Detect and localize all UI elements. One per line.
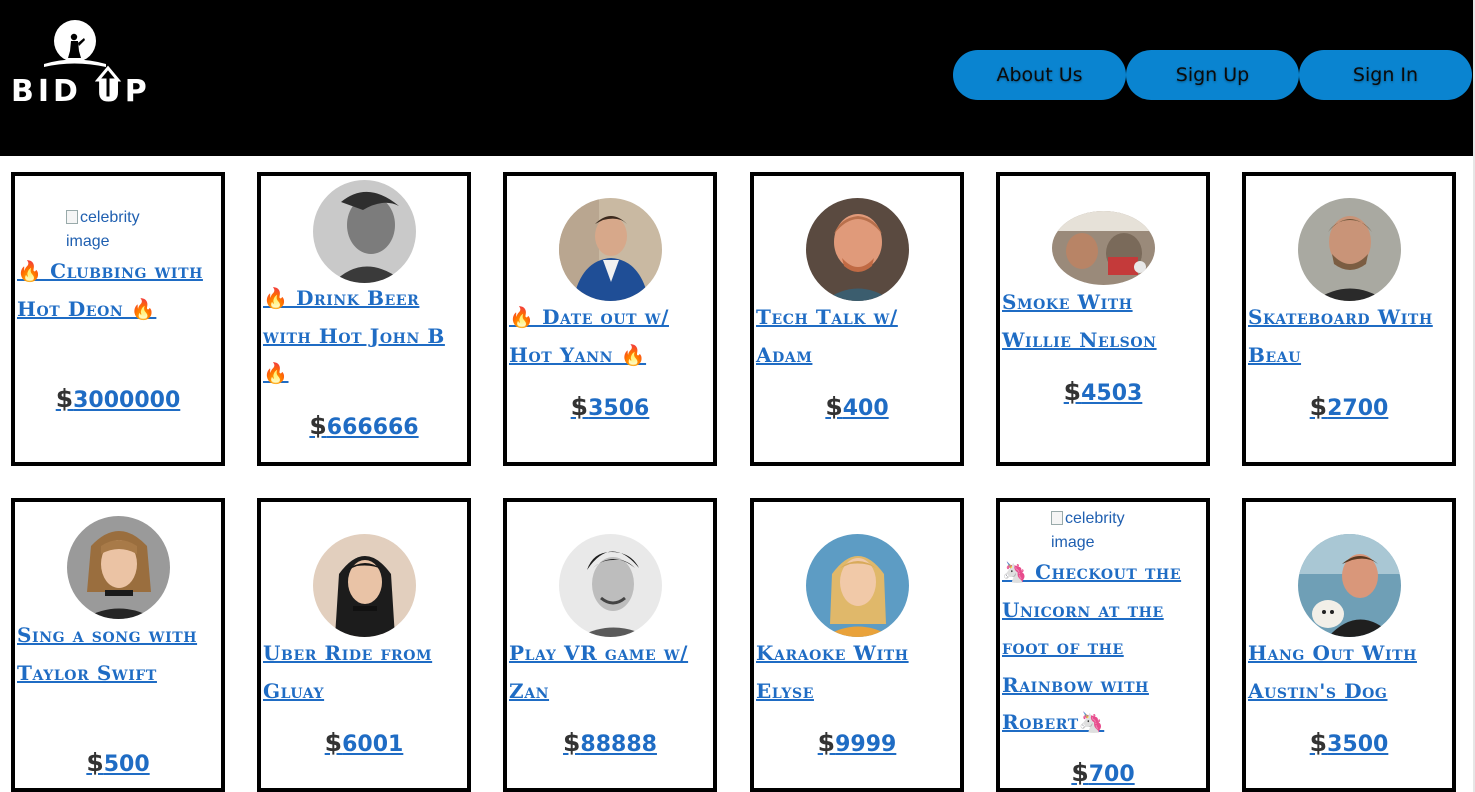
celebrity-photo (806, 534, 909, 637)
dollar-sign: $ (1309, 728, 1328, 757)
celebrity-photo (67, 516, 170, 619)
card-price-link[interactable]: $2700 (1246, 392, 1452, 421)
card-price-link[interactable]: $88888 (507, 728, 713, 757)
auction-card[interactable]: Smoke With Willie Nelson $4503 (996, 172, 1210, 466)
auction-card[interactable]: 🔥 Drink Beer with Hot John B🔥 $666666 (257, 172, 471, 466)
card-price-link[interactable]: $500 (15, 748, 221, 777)
auction-card[interactable]: Karaoke With Elyse $9999 (750, 498, 964, 792)
card-title-link[interactable]: Sing a song with Taylor Swift (17, 617, 221, 692)
site-header: BID UP About Us Sign Up Sign In (0, 0, 1473, 156)
bid-up-logo[interactable]: BID UP (8, 18, 148, 110)
celebrity-photo (1052, 211, 1155, 285)
card-price-link[interactable]: $3506 (507, 392, 713, 421)
card-title-link[interactable]: Tech Talk w/ Adam (756, 299, 960, 374)
celebrity-photo (313, 534, 416, 637)
auction-card[interactable]: celebrity image 🦄 Checkout the Unicorn a… (996, 498, 1210, 792)
card-title-link[interactable]: 🔥 Clubbing with Hot Deon 🔥 (17, 253, 221, 328)
auction-card[interactable]: Uber Ride from Gluay $6001 (257, 498, 471, 792)
card-title-link[interactable]: Smoke With Willie Nelson (1002, 284, 1206, 359)
dollar-sign: $ (86, 748, 104, 777)
logo-text: BID UP (11, 74, 151, 109)
card-price-link[interactable]: $700 (1000, 758, 1206, 787)
celebrity-photo (1298, 198, 1401, 301)
card-price-link[interactable]: $4503 (1000, 377, 1206, 406)
up-arrow-icon (95, 65, 122, 100)
celebrity-photo (559, 534, 662, 637)
broken-image-icon: celebrity image (1051, 510, 1125, 551)
auction-card[interactable]: Tech Talk w/ Adam $400 (750, 172, 964, 466)
celebrity-photo (559, 198, 662, 301)
about-us-button[interactable]: About Us (953, 50, 1126, 100)
celebrity-photo (1298, 534, 1401, 637)
dollar-sign: $ (324, 728, 343, 757)
auction-card[interactable]: Hang Out With Austin's Dog $3500 (1242, 498, 1456, 792)
auction-card[interactable]: celebrity image 🔥 Clubbing with Hot Deon… (11, 172, 225, 466)
card-title-link[interactable]: Skateboard With Beau (1248, 299, 1452, 374)
sign-in-button[interactable]: Sign In (1299, 50, 1472, 100)
dollar-sign: $ (570, 392, 589, 421)
card-price-link[interactable]: $6001 (261, 728, 467, 757)
card-title-link[interactable]: Karaoke With Elyse (756, 635, 960, 710)
broken-image-icon: celebrity image (66, 209, 140, 250)
card-price-link[interactable]: $9999 (754, 728, 960, 757)
dollar-sign: $ (1071, 758, 1089, 787)
auction-card[interactable]: Sing a song with Taylor Swift $500 (11, 498, 225, 792)
card-title-link[interactable]: Play VR game w/ Zan (509, 635, 713, 710)
dollar-sign: $ (563, 728, 581, 757)
auction-card[interactable]: Play VR game w/ Zan $88888 (503, 498, 717, 792)
card-price-link[interactable]: $666666 (261, 411, 467, 440)
dollar-sign: $ (825, 392, 843, 421)
dollar-sign: $ (55, 384, 74, 413)
celebrity-photo (806, 198, 909, 301)
card-price-link[interactable]: $3500 (1246, 728, 1452, 757)
card-title-link[interactable]: 🔥 Drink Beer with Hot John B🔥 (263, 280, 467, 393)
card-title-link[interactable]: Uber Ride from Gluay (263, 635, 467, 710)
card-price-link[interactable]: $400 (754, 392, 960, 421)
sign-up-button[interactable]: Sign Up (1126, 50, 1299, 100)
card-price-link[interactable]: $3000000 (15, 384, 221, 413)
card-title-link[interactable]: 🔥 Date out w/ Hot Yann 🔥 (509, 299, 713, 374)
moon-figure-icon (44, 20, 106, 67)
auction-card[interactable]: 🔥 Date out w/ Hot Yann 🔥 $3506 (503, 172, 717, 466)
celebrity-photo (313, 180, 416, 283)
dollar-sign: $ (817, 728, 836, 757)
card-title-link[interactable]: Hang Out With Austin's Dog (1248, 635, 1452, 710)
dollar-sign: $ (309, 411, 327, 440)
dollar-sign: $ (1063, 377, 1082, 406)
auction-card[interactable]: Skateboard With Beau $2700 (1242, 172, 1456, 466)
dollar-sign: $ (1309, 392, 1328, 421)
card-title-link[interactable]: 🦄 Checkout the Unicorn at the foot of th… (1002, 554, 1206, 742)
